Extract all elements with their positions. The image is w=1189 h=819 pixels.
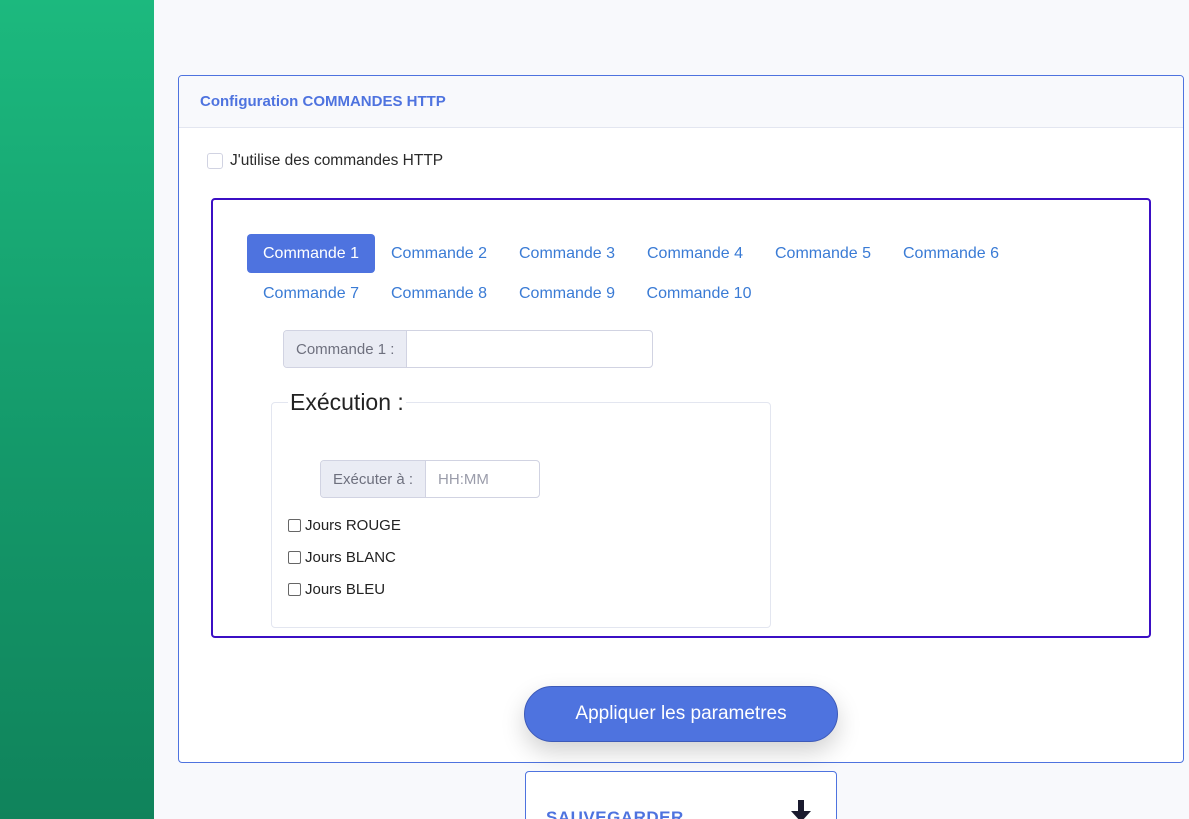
day-bleu-label: Jours BLEU bbox=[305, 581, 386, 598]
command-panel: Commande 1 Commande 2 Commande 3 Command… bbox=[211, 198, 1151, 638]
time-input[interactable] bbox=[426, 461, 535, 497]
day-blanc-box[interactable] bbox=[288, 551, 301, 564]
tab-commande-1[interactable]: Commande 1 bbox=[247, 234, 375, 273]
tab-commande-10[interactable]: Commande 10 bbox=[631, 274, 767, 313]
execution-legend: Exécution : bbox=[288, 389, 406, 416]
tab-commande-2[interactable]: Commande 2 bbox=[375, 234, 503, 273]
download-icon bbox=[791, 800, 811, 819]
day-blanc-label: Jours BLANC bbox=[305, 549, 396, 566]
command-input[interactable] bbox=[407, 331, 648, 367]
tab-commande-9[interactable]: Commande 9 bbox=[503, 274, 631, 313]
command-input-label: Commande 1 : bbox=[284, 331, 408, 367]
sidebar bbox=[0, 0, 154, 819]
day-bleu-box[interactable] bbox=[288, 583, 301, 596]
tab-commande-7[interactable]: Commande 7 bbox=[247, 274, 375, 313]
apply-settings-button[interactable]: Appliquer les parametres bbox=[524, 686, 838, 742]
day-bleu-checkbox[interactable]: Jours BLEU bbox=[288, 581, 385, 598]
use-http-label: J'utilise des commandes HTTP bbox=[230, 152, 444, 169]
day-blanc-checkbox[interactable]: Jours BLANC bbox=[288, 549, 396, 566]
save-label: SAUVEGARDER bbox=[546, 808, 684, 819]
card-header: Configuration COMMANDES HTTP bbox=[179, 76, 1183, 128]
day-rouge-box[interactable] bbox=[288, 519, 301, 532]
day-rouge-checkbox[interactable]: Jours ROUGE bbox=[288, 517, 401, 534]
tab-commande-4[interactable]: Commande 4 bbox=[631, 234, 759, 273]
tab-commande-8[interactable]: Commande 8 bbox=[375, 274, 503, 313]
use-http-checkbox-box[interactable] bbox=[207, 153, 223, 169]
use-http-checkbox[interactable]: J'utilise des commandes HTTP bbox=[207, 152, 443, 170]
tab-commande-6[interactable]: Commande 6 bbox=[887, 234, 1015, 273]
save-card[interactable]: SAUVEGARDER bbox=[525, 771, 837, 819]
tab-commande-3[interactable]: Commande 3 bbox=[503, 234, 631, 273]
card-title: Configuration COMMANDES HTTP bbox=[200, 93, 446, 110]
time-input-label: Exécuter à : bbox=[321, 461, 427, 497]
day-rouge-label: Jours ROUGE bbox=[305, 517, 401, 534]
http-commands-card: Configuration COMMANDES HTTP J'utilise d… bbox=[178, 75, 1184, 763]
command-input-group: Commande 1 : bbox=[283, 330, 653, 368]
tab-commande-5[interactable]: Commande 5 bbox=[759, 234, 887, 273]
time-input-group: Exécuter à : bbox=[320, 460, 540, 498]
execution-fieldset: Exécution : Exécuter à : Jours ROUGE Jou… bbox=[271, 389, 771, 628]
